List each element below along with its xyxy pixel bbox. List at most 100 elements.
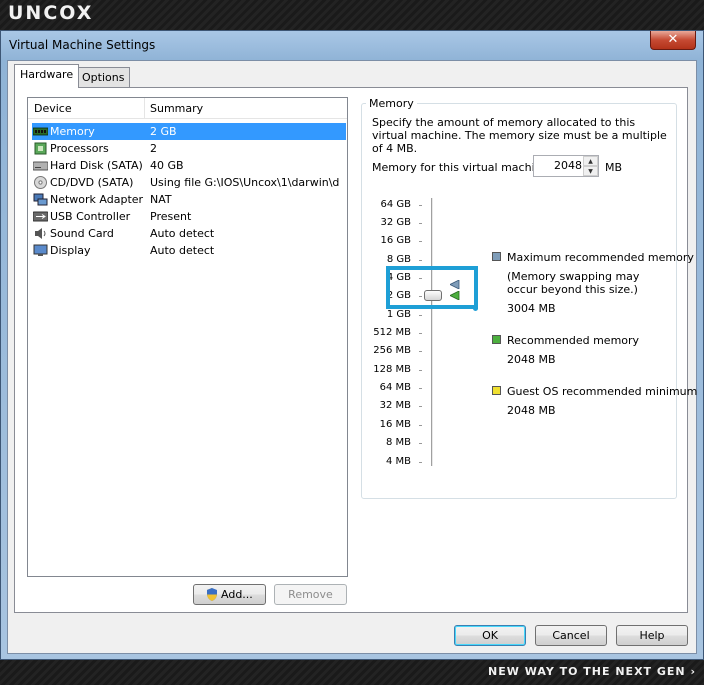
cancel-button[interactable]: Cancel <box>535 625 607 646</box>
legend-swatch-max <box>492 252 501 261</box>
device-summary: 2 GB <box>150 125 177 138</box>
title-bar[interactable]: Virtual Machine Settings ✕ <box>1 31 703 59</box>
device-name: Hard Disk (SATA) <box>50 159 143 172</box>
legend-value-guest-min: 2048 MB <box>507 404 556 417</box>
memory-slider-track[interactable] <box>431 198 434 466</box>
spin-down-arrow-icon[interactable]: ▼ <box>583 166 598 176</box>
cd-dvd-icon <box>34 176 47 189</box>
scale-tick <box>419 443 422 444</box>
uac-shield-icon <box>207 588 217 601</box>
legend-label-max: Maximum recommended memory <box>507 251 694 264</box>
device-row-network-adapter[interactable]: Network Adapter NAT <box>28 191 347 208</box>
scale-tick <box>419 333 422 334</box>
device-summary: 40 GB <box>150 159 184 172</box>
device-name: CD/DVD (SATA) <box>50 176 134 189</box>
device-summary: Auto detect <box>150 227 215 240</box>
brand-logo: UNCOX <box>8 2 94 24</box>
add-button-label: Add... <box>221 588 253 601</box>
device-name: USB Controller <box>50 210 131 223</box>
scale-tick <box>419 388 422 389</box>
scale-tick <box>419 406 422 407</box>
legend-swatch-guest-min <box>492 386 501 395</box>
usb-icon <box>33 211 48 222</box>
legend-swatch-recommended <box>492 335 501 344</box>
ok-button[interactable]: OK <box>454 625 526 646</box>
scale-label: 512 MB <box>373 327 411 338</box>
scale-label: 4 MB <box>385 456 411 467</box>
device-list-header: Device Summary <box>28 98 347 119</box>
scale-label: 8 GB <box>386 254 411 265</box>
device-name: Display <box>50 244 91 257</box>
brand-tagline: NEW WAY TO THE NEXT GEN › <box>488 665 696 678</box>
scale-label: 64 GB <box>380 199 411 210</box>
device-list[interactable]: Device Summary Memory 2 GB Processors 2 … <box>27 97 348 577</box>
tab-hardware[interactable]: Hardware <box>14 64 80 88</box>
help-button[interactable]: Help <box>616 625 688 646</box>
device-name: Sound Card <box>50 227 114 240</box>
hard-disk-icon <box>33 161 48 171</box>
device-row-processors[interactable]: Processors 2 <box>28 140 347 157</box>
remove-device-button[interactable]: Remove <box>274 584 347 605</box>
memory-icon <box>33 127 48 136</box>
memory-field-label: Memory for this virtual machine: <box>372 161 553 174</box>
device-row-usb-controller[interactable]: USB Controller Present <box>28 208 347 225</box>
legend-label-guest-min: Guest OS recommended minimum <box>507 385 698 398</box>
scale-label: 16 MB <box>379 419 411 430</box>
scale-label: 8 MB <box>385 437 411 448</box>
device-summary: NAT <box>150 193 172 206</box>
scale-tick <box>419 241 422 242</box>
column-divider[interactable] <box>144 98 145 119</box>
brand-banner-top: UNCOX <box>0 0 704 30</box>
column-header-device[interactable]: Device <box>34 102 72 115</box>
device-name: Processors <box>50 142 109 155</box>
scale-label: 1 GB <box>386 309 411 320</box>
processor-icon <box>34 142 47 155</box>
device-row-cd-dvd[interactable]: CD/DVD (SATA) Using file G:\IOS\Uncox\1\… <box>28 174 347 191</box>
device-row-sound-card[interactable]: Sound Card Auto detect <box>28 225 347 242</box>
annotation-highlight-dot <box>473 306 478 311</box>
display-icon <box>33 244 48 256</box>
scale-label: 256 MB <box>373 345 411 356</box>
column-header-summary[interactable]: Summary <box>150 102 203 115</box>
device-summary: Present <box>150 210 192 223</box>
brand-banner-bottom: NEW WAY TO THE NEXT GEN › <box>0 660 704 685</box>
spin-up-arrow-icon[interactable]: ▲ <box>583 156 598 166</box>
device-summary: Auto detect <box>150 244 215 257</box>
device-row-memory[interactable]: Memory 2 GB <box>32 123 346 140</box>
network-adapter-icon <box>33 193 48 206</box>
memory-group-label: Memory <box>366 97 417 110</box>
scale-label: 64 MB <box>379 382 411 393</box>
device-name: Memory <box>50 125 95 138</box>
scale-tick <box>419 462 422 463</box>
scale-tick <box>419 223 422 224</box>
memory-spinbox[interactable]: 2048 ▲ ▼ <box>533 155 599 177</box>
scale-label: 16 GB <box>380 235 411 246</box>
device-row-display[interactable]: Display Auto detect <box>28 242 347 259</box>
annotation-highlight-box <box>386 266 478 309</box>
legend-value-max: 3004 MB <box>507 302 556 315</box>
device-row-hard-disk[interactable]: Hard Disk (SATA) 40 GB <box>28 157 347 174</box>
device-name: Network Adapter <box>50 193 144 206</box>
memory-description: Specify the amount of memory allocated t… <box>372 116 667 155</box>
scale-tick <box>419 260 422 261</box>
scale-tick <box>419 370 422 371</box>
scale-tick <box>419 205 422 206</box>
device-summary: 2 <box>150 142 157 155</box>
close-button[interactable]: ✕ <box>650 31 696 50</box>
legend-label-recommended: Recommended memory <box>507 334 640 347</box>
memory-value-input[interactable]: 2048 <box>536 159 582 172</box>
window-title: Virtual Machine Settings <box>9 38 156 52</box>
tab-options[interactable]: Options <box>76 67 131 88</box>
scale-tick <box>419 425 422 426</box>
device-summary: Using file G:\IOS\Uncox\1\darwin\da... <box>150 176 340 189</box>
add-device-button[interactable]: Add... <box>193 584 266 605</box>
scale-tick <box>419 315 422 316</box>
scale-label: 128 MB <box>373 364 411 375</box>
scale-tick <box>419 351 422 352</box>
speaker-icon <box>35 228 46 239</box>
memory-unit-label: MB <box>605 161 623 174</box>
legend-value-recommended: 2048 MB <box>507 353 556 366</box>
scale-label: 32 MB <box>379 400 411 411</box>
legend-note-max: (Memory swapping may occur beyond this s… <box>507 270 640 296</box>
scale-label: 32 GB <box>380 217 411 228</box>
